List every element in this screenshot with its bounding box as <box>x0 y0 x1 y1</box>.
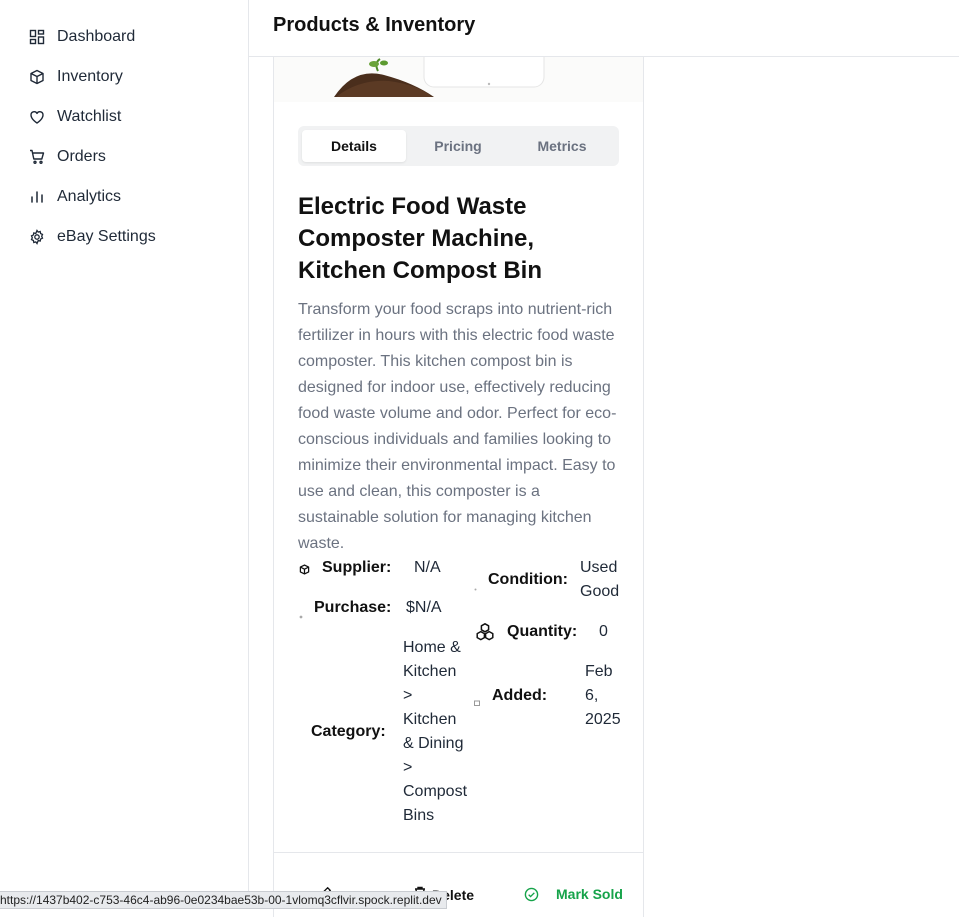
added-value: Feb 6, 2025 <box>585 663 621 728</box>
sidebar-item-orders[interactable]: Orders <box>28 142 106 172</box>
sidebar-item-ebay-settings[interactable]: eBay Settings <box>28 222 156 252</box>
category-label: Category: <box>311 723 386 740</box>
quantity-value: 0 <box>599 623 608 640</box>
product-card: Details Pricing Metrics Electric Food Wa… <box>273 57 644 917</box>
dashboard-icon <box>28 28 46 46</box>
product-title: Electric Food Waste Composter Machine, K… <box>298 193 542 284</box>
sidebar: Dashboard Inventory Watchlist Orders Ana… <box>0 0 249 907</box>
sidebar-item-inventory[interactable]: Inventory <box>28 62 123 92</box>
sidebar-item-label: Watchlist <box>57 108 122 125</box>
supplier-label: Supplier: <box>322 559 392 576</box>
sidebar-item-label: Analytics <box>57 188 122 205</box>
top-header: Products & Inventory <box>249 0 959 57</box>
boxes-icon <box>475 622 495 647</box>
condition-icon <box>474 578 477 596</box>
bar-chart-icon <box>28 188 46 206</box>
cart-icon <box>28 148 46 166</box>
heart-icon <box>28 108 46 126</box>
sidebar-item-label: Orders <box>57 148 106 165</box>
sidebar-item-watchlist[interactable]: Watchlist <box>28 102 121 132</box>
sidebar-item-label: eBay Settings <box>57 228 156 245</box>
supplier-value: N/A <box>414 559 441 576</box>
sidebar-item-label: Dashboard <box>57 28 136 45</box>
product-tabs: Details Pricing Metrics <box>298 126 619 166</box>
mark-sold-label: Mark Sold <box>556 886 623 902</box>
sidebar-item-label: Inventory <box>57 68 123 85</box>
category-value: Home & Kitchen > Kitchen & Dining > Comp… <box>403 639 468 824</box>
sidebar-item-analytics[interactable]: Analytics <box>28 182 121 212</box>
dollar-icon <box>299 606 303 624</box>
condition-label: Condition: <box>488 571 568 588</box>
purchase-label: Purchase: <box>314 599 392 616</box>
gear-icon <box>28 228 46 246</box>
status-bar-url: https://1437b402-c753-46c4-ab96-0e0234ba… <box>0 891 447 909</box>
page-title: Products & Inventory <box>273 14 476 36</box>
package-icon <box>28 68 46 86</box>
product-description: Transform your food scraps into nutrient… <box>298 301 617 552</box>
tab-pricing[interactable]: Pricing <box>406 130 510 162</box>
purchase-value: $N/A <box>406 599 442 616</box>
quantity-label: Quantity: <box>507 623 578 640</box>
condition-value: Used Good <box>580 559 620 600</box>
card-divider <box>274 852 643 853</box>
tab-metrics[interactable]: Metrics <box>510 130 614 162</box>
check-circle-icon <box>524 887 539 902</box>
mark-sold-button[interactable]: Mark Sold <box>524 886 623 902</box>
sidebar-item-dashboard[interactable]: Dashboard <box>28 22 135 52</box>
calendar-icon <box>474 693 480 711</box>
product-image <box>274 57 643 102</box>
added-label: Added: <box>492 687 548 704</box>
tab-details[interactable]: Details <box>302 130 406 162</box>
package-icon <box>299 562 310 580</box>
